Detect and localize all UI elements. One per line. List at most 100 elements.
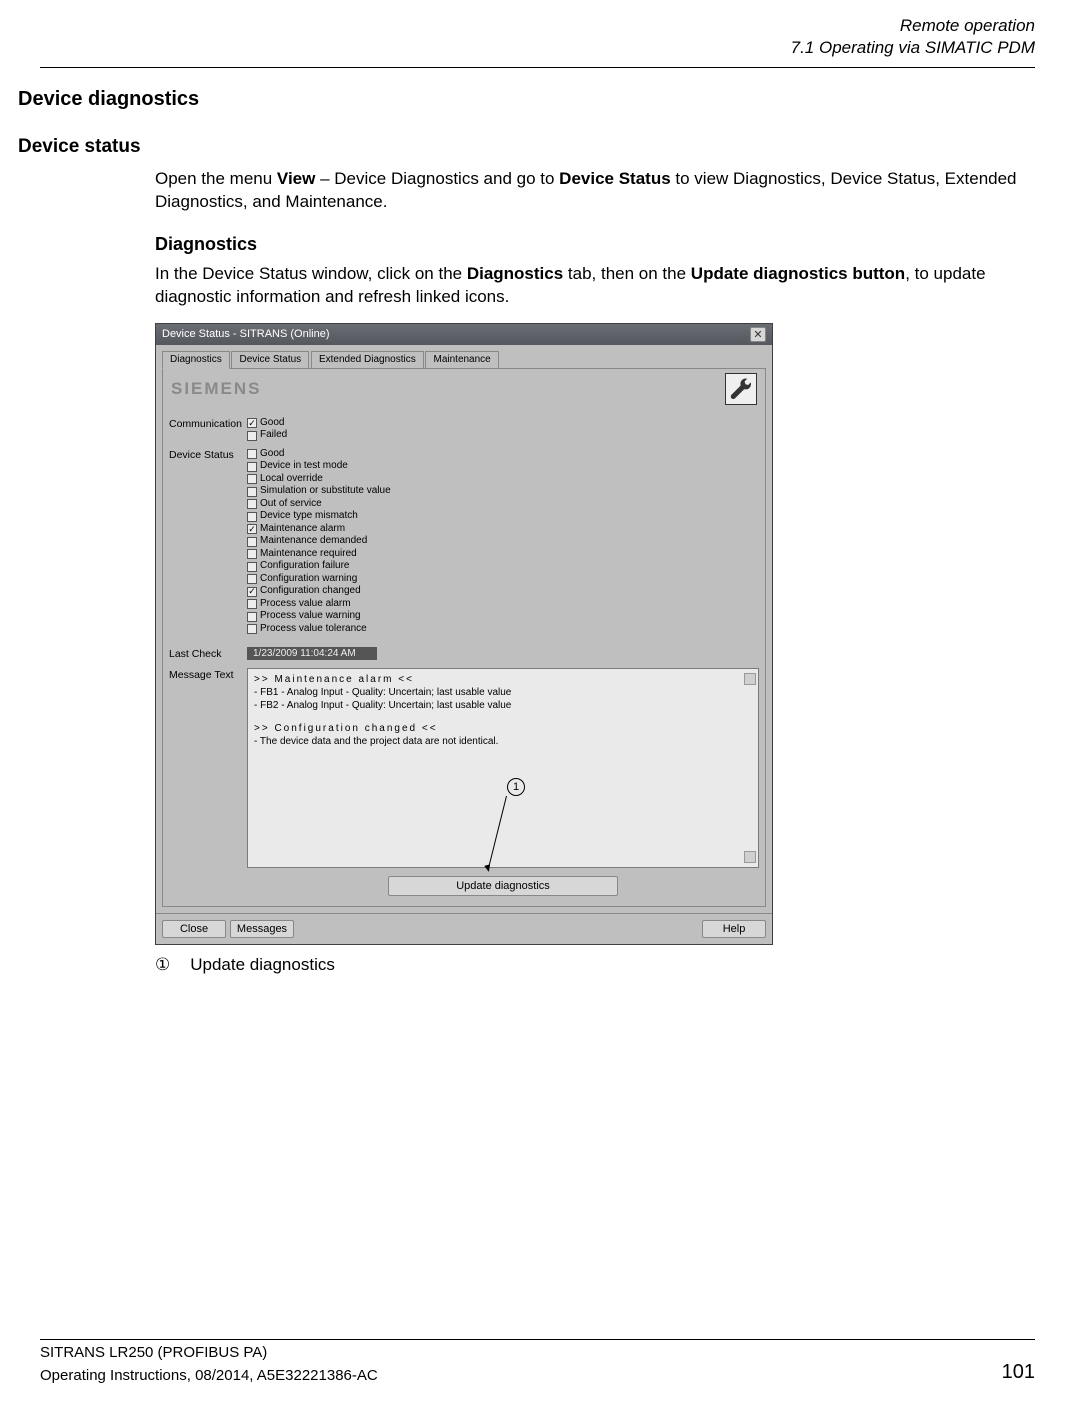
legend-marker-1: ①: [155, 955, 170, 975]
tab-diagnostics[interactable]: Diagnostics: [162, 351, 230, 369]
scrollbar[interactable]: [744, 673, 756, 863]
checkbox-icon[interactable]: [247, 431, 257, 441]
device-status-item: Local override: [247, 473, 759, 486]
checkbox-icon[interactable]: [247, 587, 257, 597]
heading-diagnostics: Diagnostics: [155, 234, 1075, 255]
page-footer: SITRANS LR250 (PROFIBUS PA) Operating In…: [0, 1344, 1075, 1384]
page-number: 101: [1002, 1361, 1035, 1384]
checkbox-icon[interactable]: [247, 462, 257, 472]
checkbox-icon[interactable]: [247, 612, 257, 622]
device-status-label: Maintenance alarm: [260, 523, 345, 536]
checkbox-icon[interactable]: [247, 418, 257, 428]
footer-rule: [40, 1339, 1035, 1340]
device-status-item: Simulation or substitute value: [247, 485, 759, 498]
checkbox-icon[interactable]: [247, 562, 257, 572]
dialog-title: Device Status - SITRANS (Online): [162, 328, 330, 340]
header-rule: [40, 67, 1035, 68]
device-status-list: GoodDevice in test modeLocal overrideSim…: [247, 448, 759, 636]
legend-text-1: Update diagnostics: [190, 955, 335, 975]
device-status-label: Device in test mode: [260, 460, 348, 473]
device-status-item: Device type mismatch: [247, 510, 759, 523]
device-status-label: Process value alarm: [260, 598, 351, 611]
communication-label: Good: [260, 417, 284, 430]
figure-legend: ① Update diagnostics: [155, 955, 1075, 975]
section-title: 7.1 Operating via SIMATIC PDM: [40, 37, 1035, 59]
device-status-label: Process value tolerance: [260, 623, 367, 636]
device-status-label: Configuration changed: [260, 585, 361, 598]
device-status-item: Process value alarm: [247, 598, 759, 611]
tab-panel-diagnostics: SIEMENS Communication GoodFailed Device …: [162, 368, 766, 908]
scroll-up-icon[interactable]: [744, 673, 756, 685]
device-status-label: Out of service: [260, 498, 322, 511]
device-status-label: Maintenance required: [260, 548, 357, 561]
paragraph-diagnostics: In the Device Status window, click on th…: [155, 263, 1035, 309]
device-status-dialog: Device Status - SITRANS (Online) ✕ Diagn…: [155, 323, 773, 946]
device-status-item: Out of service: [247, 498, 759, 511]
device-status-label: Maintenance demanded: [260, 535, 367, 548]
communication-list: GoodFailed: [247, 417, 759, 442]
paragraph-open-menu: Open the menu View – Device Diagnostics …: [155, 168, 1035, 214]
device-status-item: Process value tolerance: [247, 623, 759, 636]
device-status-label: Good: [260, 448, 284, 461]
dialog-titlebar[interactable]: Device Status - SITRANS (Online) ✕: [156, 324, 772, 345]
tab-maintenance[interactable]: Maintenance: [425, 351, 498, 368]
label-communication: Communication: [169, 417, 247, 442]
heading-device-status: Device status: [18, 136, 1075, 158]
device-status-item: Maintenance demanded: [247, 535, 759, 548]
device-status-label: Process value warning: [260, 610, 361, 623]
checkbox-icon[interactable]: [247, 499, 257, 509]
page-header: Remote operation 7.1 Operating via SIMAT…: [0, 0, 1075, 64]
footer-doc-id: Operating Instructions, 08/2014, A5E3222…: [40, 1367, 378, 1384]
msg-line-1: - FB1 - Analog Input - Quality: Uncertai…: [254, 686, 752, 699]
device-status-item: Configuration changed: [247, 585, 759, 598]
checkbox-icon[interactable]: [247, 474, 257, 484]
dialog-footer: Close Messages Help: [156, 913, 772, 944]
checkbox-icon[interactable]: [247, 624, 257, 634]
checkbox-icon[interactable]: [247, 524, 257, 534]
communication-item: Good: [247, 417, 759, 430]
heading-device-diagnostics: Device diagnostics: [18, 88, 1075, 111]
checkbox-icon[interactable]: [247, 599, 257, 609]
footer-product: SITRANS LR250 (PROFIBUS PA): [40, 1344, 1035, 1361]
label-message-text: Message Text: [169, 668, 247, 896]
device-status-item: Configuration warning: [247, 573, 759, 586]
checkbox-icon[interactable]: [247, 537, 257, 547]
checkbox-icon[interactable]: [247, 449, 257, 459]
checkbox-icon[interactable]: [247, 549, 257, 559]
communication-label: Failed: [260, 429, 287, 442]
device-status-label: Configuration warning: [260, 573, 357, 586]
device-status-item: Configuration failure: [247, 560, 759, 573]
help-button[interactable]: Help: [702, 920, 766, 938]
close-icon[interactable]: ✕: [750, 327, 766, 342]
checkbox-icon[interactable]: [247, 512, 257, 522]
wrench-icon: [725, 373, 757, 405]
messages-button[interactable]: Messages: [230, 920, 294, 938]
msg-line-2: - FB2 - Analog Input - Quality: Uncertai…: [254, 699, 752, 712]
last-check-field[interactable]: 1/23/2009 11:04:24 AM: [247, 647, 377, 660]
device-status-label: Configuration failure: [260, 560, 350, 573]
tab-extended-diagnostics[interactable]: Extended Diagnostics: [311, 351, 424, 368]
checkbox-icon[interactable]: [247, 574, 257, 584]
scroll-down-icon[interactable]: [744, 851, 756, 863]
checkbox-icon[interactable]: [247, 487, 257, 497]
label-last-check: Last Check: [169, 647, 247, 660]
device-status-item: Device in test mode: [247, 460, 759, 473]
device-status-item: Process value warning: [247, 610, 759, 623]
update-diagnostics-button[interactable]: Update diagnostics: [388, 876, 618, 896]
tab-device-status[interactable]: Device Status: [231, 351, 309, 368]
msg-line-3: - The device data and the project data a…: [254, 735, 752, 748]
communication-item: Failed: [247, 429, 759, 442]
message-text-box[interactable]: >> Maintenance alarm << - FB1 - Analog I…: [247, 668, 759, 868]
msg-heading-2: >> Configuration changed <<: [254, 722, 752, 735]
device-status-item: Good: [247, 448, 759, 461]
device-status-item: Maintenance alarm: [247, 523, 759, 536]
chapter-title: Remote operation: [40, 15, 1035, 37]
close-button[interactable]: Close: [162, 920, 226, 938]
label-device-status: Device Status: [169, 448, 247, 636]
msg-heading-1: >> Maintenance alarm <<: [254, 673, 752, 686]
device-status-label: Simulation or substitute value: [260, 485, 391, 498]
siemens-logo: SIEMENS: [171, 379, 262, 399]
device-status-label: Local override: [260, 473, 323, 486]
device-status-item: Maintenance required: [247, 548, 759, 561]
callout-arrow-icon: [484, 865, 492, 873]
